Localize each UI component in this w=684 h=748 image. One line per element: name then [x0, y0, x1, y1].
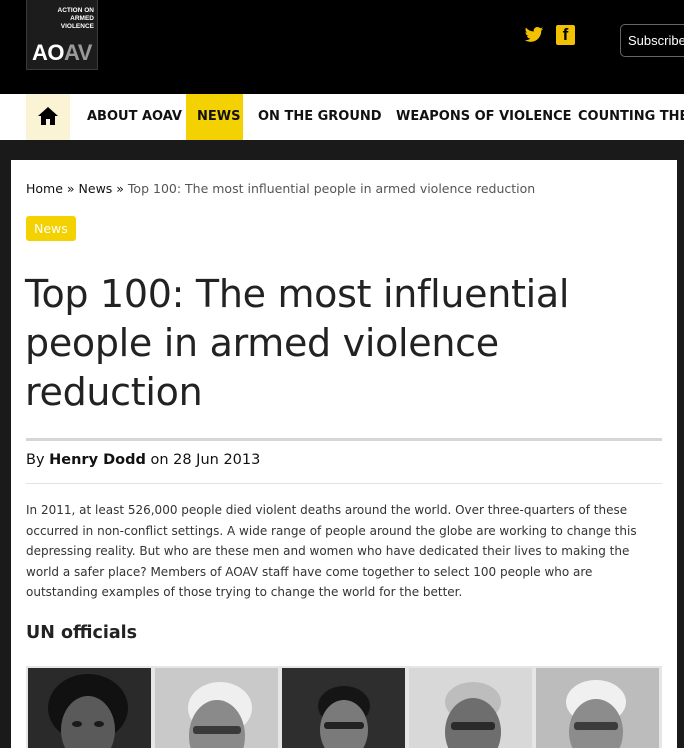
logo-tagline: ACTION ON ARMED VIOLENCE [57, 7, 94, 30]
portrait-photo[interactable] [282, 668, 405, 748]
site-header: ACTION ON ARMED VIOLENCE AOAV f Subscrib… [0, 0, 684, 94]
article-card: Home » News » Top 100: The most influent… [11, 160, 677, 748]
article-title: Top 100: The most influential people in … [25, 272, 570, 414]
photo-row [26, 666, 662, 748]
breadcrumb-home[interactable]: Home [26, 181, 63, 196]
divider [26, 483, 662, 484]
category-badge[interactable]: News [26, 216, 76, 241]
nav-counting[interactable]: COUNTING THE [578, 94, 684, 140]
section-heading: UN officials [26, 623, 138, 643]
breadcrumb: Home » News » Top 100: The most influent… [26, 181, 535, 196]
logo-wordmark: AOAV [32, 40, 92, 65]
portrait-photo[interactable] [536, 668, 659, 748]
byline: By Henry Dodd on 28 Jun 2013 [26, 452, 260, 468]
home-icon [38, 107, 58, 125]
article-intro: In 2011, at least 526,000 people died vi… [26, 503, 637, 600]
portrait-photo[interactable] [155, 668, 278, 748]
nav-news[interactable]: NEWS [186, 94, 243, 140]
main-nav: ABOUT AOAV NEWS ON THE GROUND WEAPONS OF… [0, 94, 684, 140]
breadcrumb-news[interactable]: News [79, 181, 113, 196]
divider [26, 438, 662, 441]
nav-about[interactable]: ABOUT AOAV [87, 94, 182, 140]
portrait-photo[interactable] [28, 668, 151, 748]
twitter-icon[interactable] [524, 25, 544, 45]
breadcrumb-sep: » [112, 181, 128, 196]
byline-prefix: By [26, 452, 50, 468]
author-link[interactable]: Henry Dodd [49, 452, 146, 468]
breadcrumb-current: Top 100: The most influential people in … [127, 181, 536, 196]
site-logo[interactable]: ACTION ON ARMED VIOLENCE AOAV [26, 0, 98, 70]
breadcrumb-sep: » [62, 181, 79, 196]
byline-on: on [145, 452, 174, 468]
facebook-icon[interactable]: f [556, 25, 575, 45]
nav-home[interactable] [26, 94, 70, 140]
portrait-photo[interactable] [409, 668, 532, 748]
nav-weapons[interactable]: WEAPONS OF VIOLENCE [396, 94, 572, 140]
publish-date: 28 Jun 2013 [173, 452, 261, 468]
nav-on-the-ground[interactable]: ON THE GROUND [258, 94, 382, 140]
subscribe-button[interactable]: Subscribe [620, 24, 684, 57]
